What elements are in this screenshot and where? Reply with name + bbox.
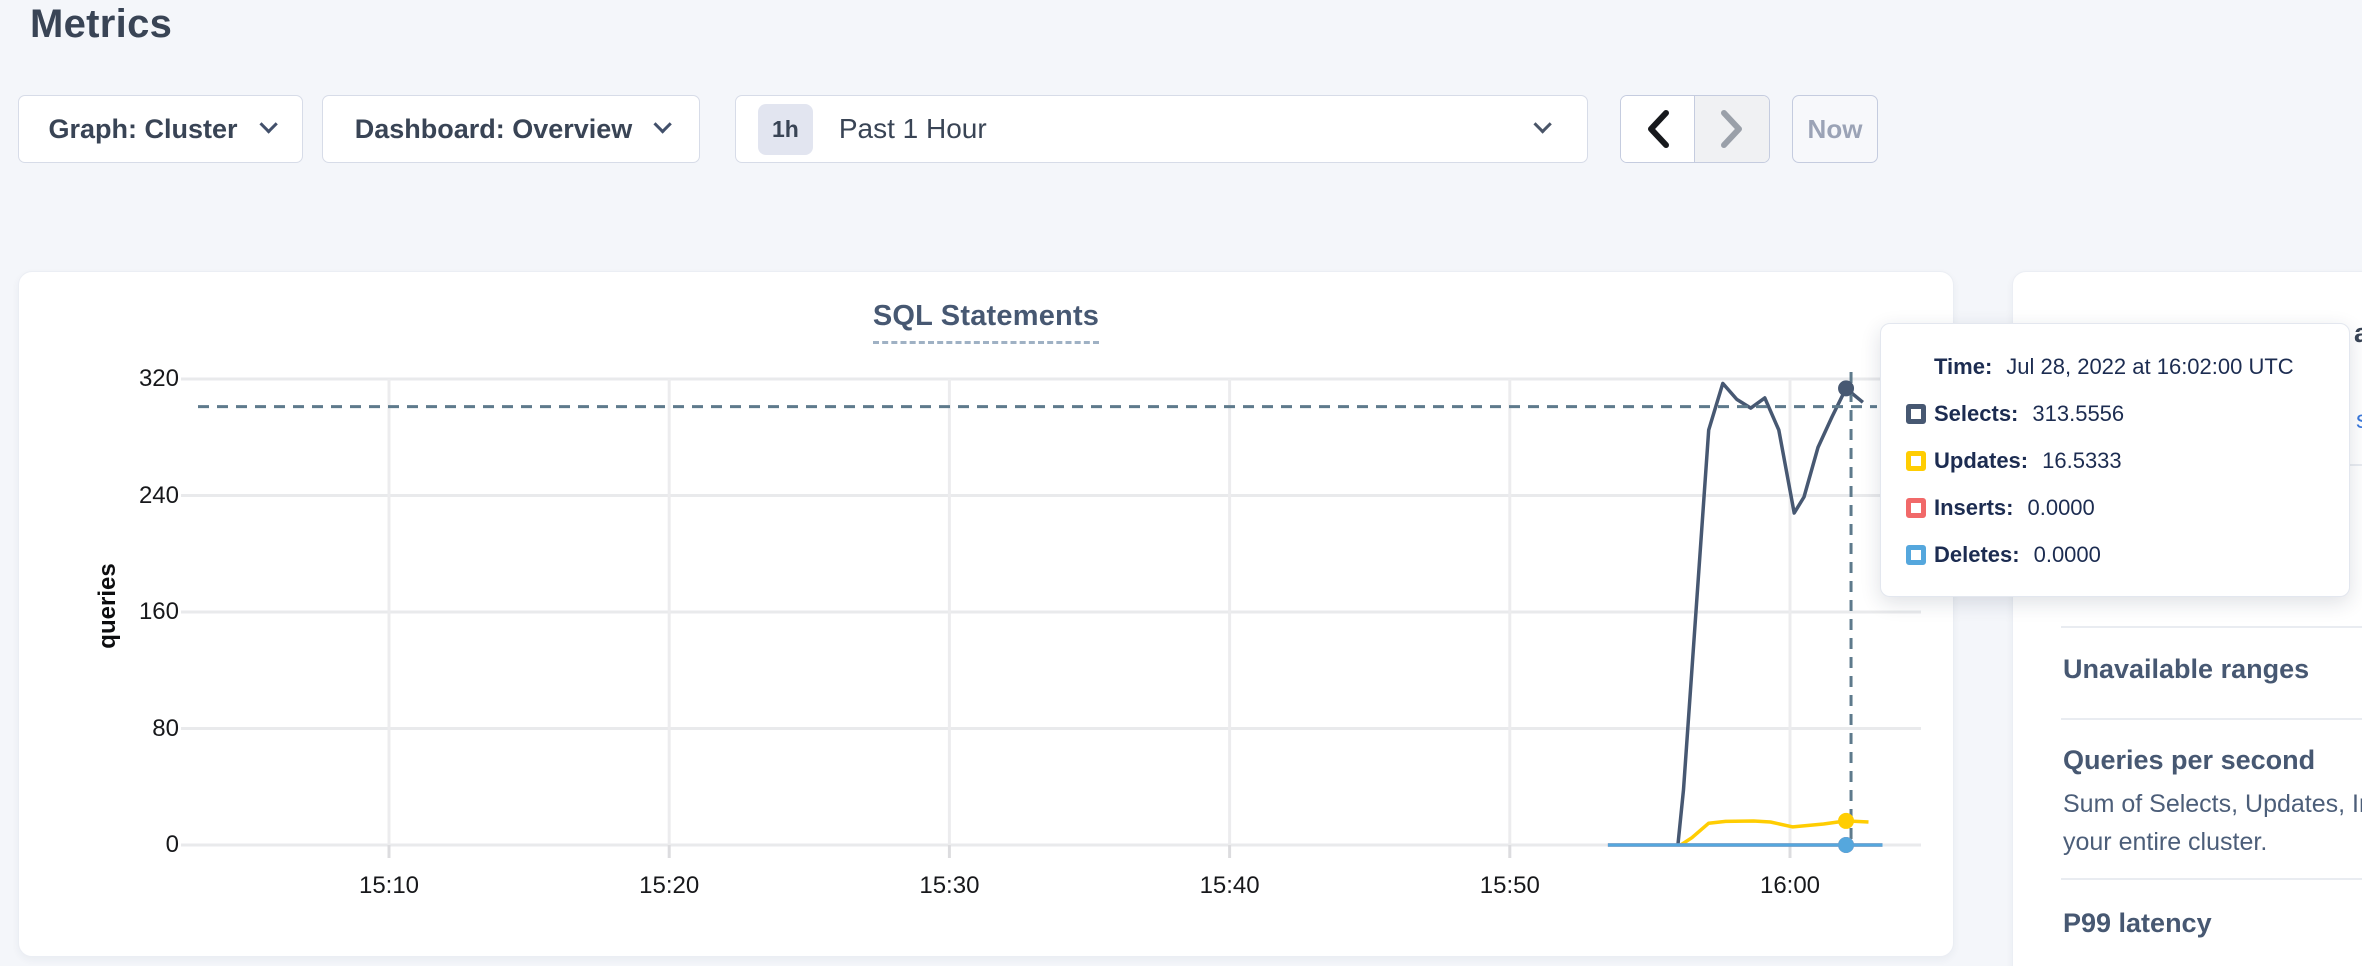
truncated-link-fragment[interactable]: s xyxy=(2356,406,2362,435)
y-tick-label: 0 xyxy=(79,831,179,859)
time-range-selector[interactable]: 1h Past 1 Hour xyxy=(735,95,1588,163)
tooltip-series-value: 16.5333 xyxy=(2042,448,2122,474)
y-tick-label: 160 xyxy=(79,598,179,626)
chevron-down-icon xyxy=(259,115,277,133)
truncated-heading-fragment: a xyxy=(2354,318,2362,349)
hover-point-deletes xyxy=(1838,837,1854,853)
tooltip-time-value: Jul 28, 2022 at 16:02:00 UTC xyxy=(2006,354,2293,380)
tooltip-series-value: 313.5556 xyxy=(2032,401,2124,427)
chevron-down-icon xyxy=(1533,115,1551,133)
tooltip-series-label: Inserts: xyxy=(1934,495,2013,521)
graph-dropdown[interactable]: Graph: Cluster xyxy=(18,95,303,163)
sql-statements-chart[interactable] xyxy=(19,272,1955,958)
time-step-button-group xyxy=(1620,95,1770,163)
tooltip-time-row: Time: Jul 28, 2022 at 16:02:00 UTC xyxy=(1906,354,2349,380)
metrics-page: { "page": { "title": "Metrics" }, "toolb… xyxy=(0,0,2362,966)
series-swatch-icon xyxy=(1906,451,1926,471)
chart-hover-tooltip: Time: Jul 28, 2022 at 16:02:00 UTC Selec… xyxy=(1880,323,2350,597)
now-button[interactable]: Now xyxy=(1792,95,1878,163)
x-tick-label: 15:50 xyxy=(1440,872,1580,900)
tooltip-series-row: Deletes: 0.0000 xyxy=(1906,542,2349,568)
x-tick-label: 15:10 xyxy=(319,872,459,900)
time-range-badge: 1h xyxy=(758,104,813,155)
hover-point-selects xyxy=(1838,380,1854,396)
tooltip-series-label: Deletes: xyxy=(1934,542,2020,568)
tooltip-series-label: Updates: xyxy=(1934,448,2028,474)
previous-time-button[interactable] xyxy=(1621,96,1695,162)
x-tick-label: 15:30 xyxy=(879,872,1019,900)
divider xyxy=(2061,878,2362,880)
sidebar-item-unavailable-ranges: Unavailable ranges xyxy=(2063,654,2309,685)
chevron-left-icon xyxy=(1645,109,1671,149)
now-button-label: Now xyxy=(1808,114,1863,145)
tooltip-series-value: 0.0000 xyxy=(2027,495,2094,521)
series-swatch-icon xyxy=(1906,545,1926,565)
next-time-button[interactable] xyxy=(1695,96,1769,162)
tooltip-series-row: Selects: 313.5556 xyxy=(1906,401,2349,427)
dashboard-dropdown-label: Dashboard: Overview xyxy=(355,114,633,145)
sql-statements-chart-card: SQL Statements queries 32024016080015:10… xyxy=(18,271,1954,957)
series-swatch-icon xyxy=(1906,404,1926,424)
chevron-down-icon xyxy=(654,115,672,133)
y-tick-label: 320 xyxy=(79,365,179,393)
x-tick-label: 15:20 xyxy=(599,872,739,900)
sidebar-item-p99-latency: P99 latency xyxy=(2063,908,2212,939)
queries-per-second-description-line2: your entire cluster. xyxy=(2063,828,2267,857)
divider xyxy=(2061,626,2362,628)
dashboard-dropdown[interactable]: Dashboard: Overview xyxy=(322,95,700,163)
x-tick-label: 16:00 xyxy=(1720,872,1860,900)
series-line-selects xyxy=(1678,383,1863,845)
y-tick-label: 240 xyxy=(79,482,179,510)
tooltip-series-label: Selects: xyxy=(1934,401,2018,427)
tooltip-series-row: Updates: 16.5333 xyxy=(1906,448,2349,474)
y-tick-label: 80 xyxy=(79,715,179,743)
hover-point-updates xyxy=(1838,813,1854,829)
tooltip-time-label: Time: xyxy=(1934,354,1992,380)
page-title: Metrics xyxy=(30,2,172,47)
time-range-label: Past 1 Hour xyxy=(839,113,1534,145)
tooltip-series-row: Inserts: 0.0000 xyxy=(1906,495,2349,521)
series-swatch-icon xyxy=(1906,498,1926,518)
graph-dropdown-label: Graph: Cluster xyxy=(48,114,237,145)
chevron-right-icon xyxy=(1719,109,1745,149)
x-tick-label: 15:40 xyxy=(1160,872,1300,900)
sidebar-item-queries-per-second: Queries per second xyxy=(2063,745,2315,776)
queries-per-second-description-line1: Sum of Selects, Updates, Inserts and Del… xyxy=(2063,790,2362,819)
divider xyxy=(2061,718,2362,720)
tooltip-series-value: 0.0000 xyxy=(2034,542,2101,568)
